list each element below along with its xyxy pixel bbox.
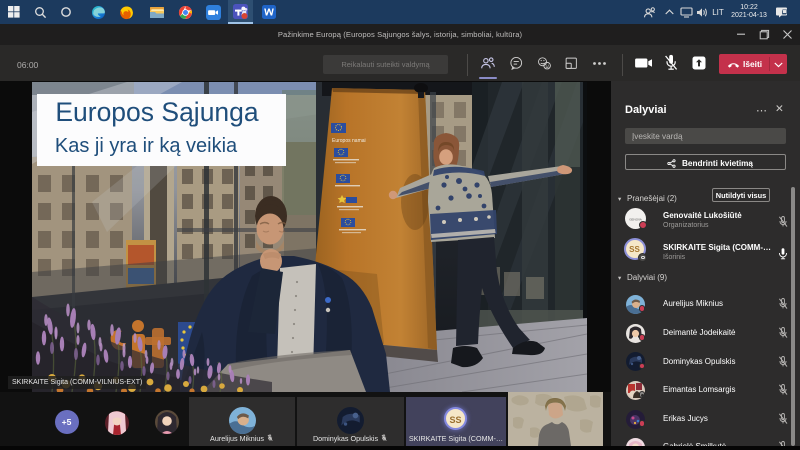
svg-text:GENOVA: GENOVA — [629, 217, 642, 221]
svg-text:Europos namai: Europos namai — [332, 138, 366, 144]
svg-text:Kas ji yra ir ką veikia: Kas ji yra ir ką veikia — [55, 135, 238, 157]
svg-text:Europos Sąjunga: Europos Sąjunga — [55, 97, 259, 127]
